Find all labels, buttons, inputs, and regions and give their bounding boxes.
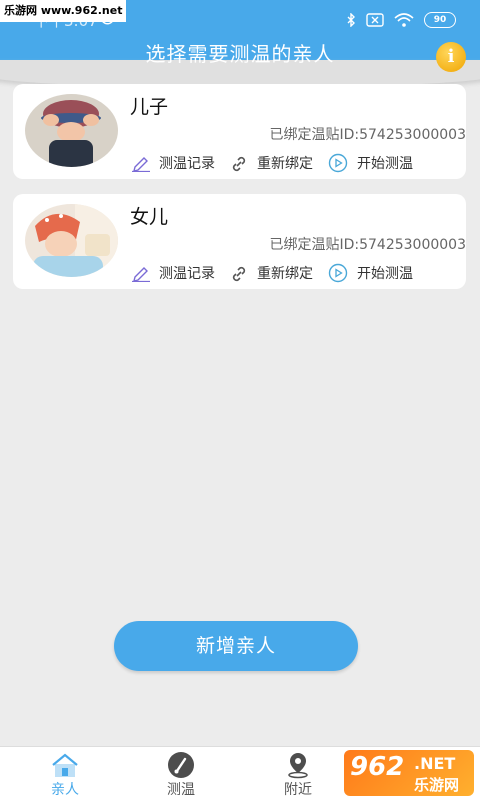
tab-label: 测温 xyxy=(167,782,195,798)
avatar xyxy=(25,204,118,277)
sensor-id: 已绑定温贴ID:574253000003 xyxy=(269,237,466,253)
home-icon xyxy=(52,753,78,777)
rebind-label: 重新绑定 xyxy=(257,156,313,172)
start-measure-button[interactable]: 开始测温 xyxy=(327,153,413,173)
records-button[interactable]: 测温记录 xyxy=(131,153,215,173)
thermometer-icon xyxy=(168,752,194,778)
wifi-icon xyxy=(394,13,414,27)
member-card-son[interactable]: 儿子 已绑定温贴ID:574253000003 测温记录 重新绑定 开始测温 xyxy=(13,84,466,179)
info-button[interactable]: i xyxy=(436,42,466,72)
add-member-button[interactable]: 新增亲人 xyxy=(114,621,358,671)
watermark: 乐游网 www.962.net xyxy=(0,0,127,22)
logo-text: 乐游网 xyxy=(414,776,460,794)
bluetooth-icon xyxy=(347,13,355,27)
tab-measure[interactable]: 测温 xyxy=(131,747,231,801)
location-icon xyxy=(288,753,308,779)
sim-icon xyxy=(366,13,384,27)
logo-number: 962 xyxy=(350,752,405,782)
rebind-button[interactable]: 重新绑定 xyxy=(229,263,313,283)
logo-net: .NET xyxy=(414,754,456,773)
page-title: 选择需要测温的亲人 xyxy=(145,42,335,66)
play-icon xyxy=(328,153,348,173)
tab-family[interactable]: 亲人 xyxy=(15,747,115,801)
sensor-id: 已绑定温贴ID:574253000003 xyxy=(269,127,466,143)
status-icons: 90 xyxy=(346,12,456,28)
member-card-daughter[interactable]: 女儿 已绑定温贴ID:574253000003 测温记录 重新绑定 开始测温 xyxy=(13,194,466,289)
site-logo: 962 .NET 乐游网 xyxy=(344,750,474,796)
tab-label: 亲人 xyxy=(51,782,79,798)
link-icon xyxy=(232,156,246,172)
tab-label: 附近 xyxy=(284,782,312,798)
rebind-label: 重新绑定 xyxy=(257,266,313,282)
start-measure-button[interactable]: 开始测温 xyxy=(327,263,413,283)
member-actions: 测温记录 重新绑定 开始测温 xyxy=(131,263,427,283)
start-measure-label: 开始测温 xyxy=(357,156,413,172)
tab-nearby[interactable]: 附近 xyxy=(248,747,348,801)
battery-indicator: 90 xyxy=(424,12,456,28)
play-icon xyxy=(328,263,348,283)
records-label: 测温记录 xyxy=(159,266,215,282)
pencil-icon xyxy=(132,267,150,282)
link-icon xyxy=(232,266,246,282)
records-button[interactable]: 测温记录 xyxy=(131,263,215,283)
member-actions: 测温记录 重新绑定 开始测温 xyxy=(131,153,427,173)
records-label: 测温记录 xyxy=(159,156,215,172)
member-name: 女儿 xyxy=(130,206,169,228)
avatar xyxy=(25,94,118,167)
member-name: 儿子 xyxy=(130,96,169,118)
rebind-button[interactable]: 重新绑定 xyxy=(229,153,313,173)
pencil-icon xyxy=(132,157,150,172)
start-measure-label: 开始测温 xyxy=(357,266,413,282)
